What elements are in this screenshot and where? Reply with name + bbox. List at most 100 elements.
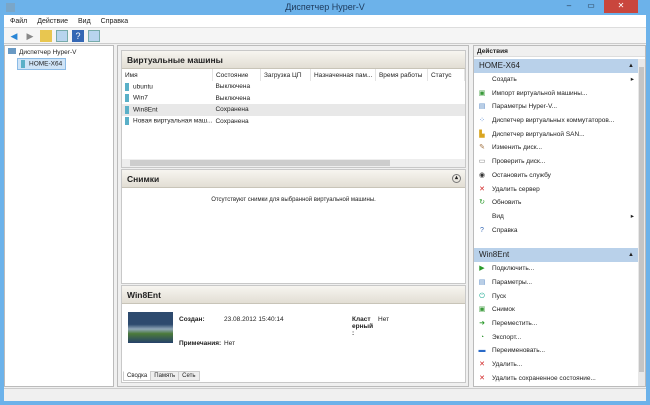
action-item[interactable]: Создать ▸ [474,73,638,87]
table-row[interactable]: Win7 Выключена [122,93,465,105]
show-tree-icon[interactable] [56,30,68,42]
up-folder-icon[interactable] [40,30,52,42]
action-label: Импорт виртуальной машины... [492,89,588,97]
action-item[interactable]: ▶ Подключить... [474,262,638,276]
tree-root[interactable]: Диспетчер Hyper-V [5,46,113,58]
table-row[interactable]: Новая виртуальная маш... Сохранена [122,116,465,128]
created-label: Создан: [179,316,205,323]
table-row[interactable]: Win8Ent Сохранена [122,104,465,116]
horizontal-scrollbar[interactable] [122,159,465,167]
minimize-button[interactable]: – [558,0,580,13]
action-label: Удалить сохраненное состояние... [492,374,596,382]
col-uptime[interactable]: Время работы [375,69,428,81]
col-state[interactable]: Состояние [212,69,261,81]
notes-label: Примечания: [179,340,222,347]
table-row[interactable]: ubuntu Выключена [122,81,465,93]
col-status[interactable]: Статус [427,69,466,81]
action-item[interactable]: ▙ Диспетчер виртуальной SAN... [474,128,638,142]
tab-network[interactable]: Сеть [178,371,200,381]
action-icon: ▤ [478,278,486,286]
action-item[interactable]: ? Справка [474,224,638,238]
action-item[interactable]: Вид ▸ [474,210,638,224]
action-label: Изменить диск... [492,144,543,152]
action-item[interactable]: ▭ Проверить диск... [474,155,638,169]
action-label: Переместить... [492,320,538,327]
action-icon: ✕ [479,374,485,382]
action-item[interactable]: ➜ Переместить... [474,317,638,331]
col-name[interactable]: Имя [122,69,213,81]
menu-file[interactable]: Файл [10,15,27,27]
action-item[interactable]: ▤ Параметры... [474,276,638,290]
vertical-scrollbar[interactable] [638,59,645,386]
action-label: Диспетчер виртуальных коммутаторов... [492,117,615,125]
action-label: Справка [492,226,518,234]
vm-icon [125,94,129,103]
col-memory[interactable]: Назначенная пам... [310,69,376,81]
action-item[interactable]: ✕ Удалить сервер [474,183,638,197]
navigation-tree: Диспетчер Hyper-V HOME-X64 [4,45,114,387]
vm-icon [125,105,129,114]
cluster-value: Нет [378,316,390,323]
action-icon: ? [480,226,484,234]
action-icon: ⏻ [479,292,485,300]
snapshots-title: Снимки [127,174,160,184]
action-item[interactable]: ▣ Импорт виртуальной машины... [474,87,638,101]
action-icon: ✎ [479,144,485,152]
window-title: Диспетчер Hyper-V [285,2,365,12]
toolbar: ◀ ▶ ? [4,28,646,44]
close-button[interactable]: ✕ [604,0,638,13]
vm-icon [125,117,129,126]
action-item[interactable]: ✕ Удалить... [474,358,638,372]
action-label: Экспорт... [492,333,522,341]
app-icon [6,3,15,12]
action-label: Удалить сервер [492,185,540,193]
vm-table: Имя Состояние Загрузка ЦП Назначенная па… [122,69,466,128]
action-label: Параметры Hyper-V... [492,103,558,111]
action-label: Пуск [492,292,506,300]
action-label: Создать [492,76,517,83]
action-item[interactable]: ▣ Снимок [474,303,638,317]
tree-server[interactable]: HOME-X64 [17,58,67,70]
group-header-server[interactable]: HOME-X64 ▲ [474,59,638,73]
action-item[interactable]: ⁘ Диспетчер виртуальных коммутаторов... [474,114,638,128]
tab-summary[interactable]: Сводка [123,371,152,381]
action-icon [478,76,486,84]
created-value: 23.08.2012 15:40:14 [224,316,284,323]
snapshots-panel: Снимки ▴ Отсутствуют снимки для выбранно… [121,169,466,284]
action-item[interactable]: ✎ Изменить диск... [474,141,638,155]
snapshots-empty-text: Отсутствуют снимки для выбранной виртуал… [211,197,376,203]
vm-panel-title: Виртуальные машины [122,51,465,69]
action-item[interactable]: ↻ Обновить [474,196,638,210]
maximize-button[interactable]: ▭ [580,0,602,13]
back-icon[interactable]: ◀ [8,30,20,42]
forward-icon[interactable]: ▶ [24,30,36,42]
action-label: Параметры... [492,278,533,286]
action-icon [478,213,486,221]
submenu-arrow-icon: ▸ [630,212,634,220]
menu-help[interactable]: Справка [101,15,128,27]
action-item[interactable]: ▬ Переименовать... [474,344,638,358]
details-title: Win8Ent [122,286,465,304]
tab-memory[interactable]: Память [150,371,180,381]
menu-action[interactable]: Действие [37,15,68,27]
cluster-label: Класт ерный : [352,316,374,337]
show-actions-icon[interactable] [88,30,100,42]
action-icon: ▶ [479,265,485,273]
action-icon: ▬ [478,347,486,355]
col-cpu[interactable]: Загрузка ЦП [260,69,311,81]
help-icon[interactable]: ? [72,30,84,42]
action-icon: ▤ [478,103,486,111]
action-label: Обновить [492,199,522,207]
action-label: Проверить диск... [492,158,546,166]
action-label: Удалить... [492,361,523,369]
menu-view[interactable]: Вид [78,15,91,27]
group-header-vm[interactable]: Win8Ent ▲ [474,248,638,263]
collapse-icon[interactable]: ▴ [452,174,461,183]
menu-bar: Файл Действие Вид Справка [4,15,646,28]
action-item[interactable]: ◉ Остановить службу [474,169,638,183]
action-item[interactable]: ▤ Параметры Hyper-V... [474,100,638,114]
action-item[interactable]: ⏻ Пуск [474,290,638,304]
action-item[interactable]: ✕ Удалить сохраненное состояние... [474,372,638,386]
action-item[interactable]: ◔ Экспорт... [474,331,638,345]
submenu-arrow-icon: ▸ [630,76,634,83]
